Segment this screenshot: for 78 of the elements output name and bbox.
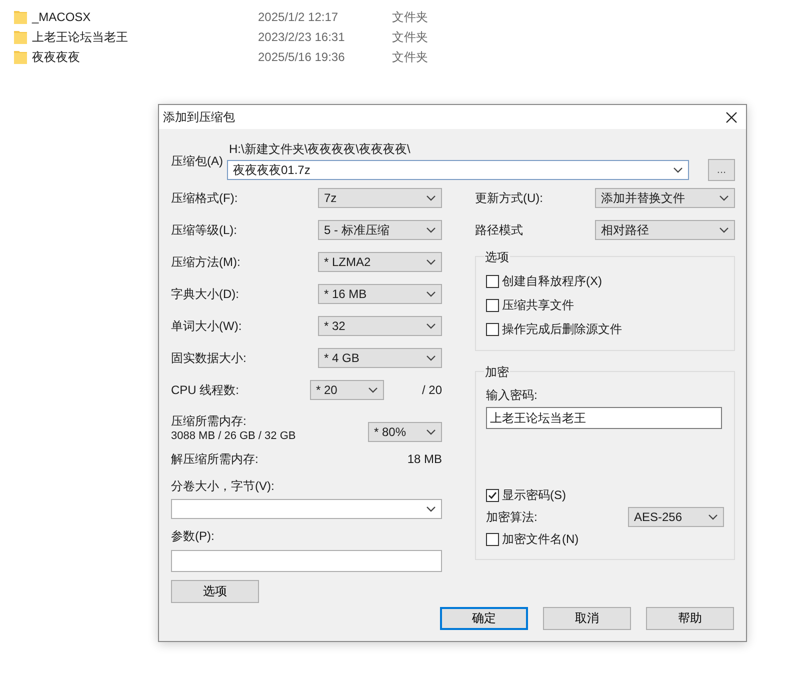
checkbox[interactable] <box>486 322 499 336</box>
folder-icon <box>14 50 27 64</box>
caret-icon <box>719 227 729 233</box>
password-label: 输入密码: <box>486 387 538 404</box>
field-label: 压缩所需内存: <box>171 413 248 430</box>
field-label: 更新方式(U): <box>475 190 543 206</box>
field-label: CPU 线程数: <box>171 382 240 398</box>
field-label: 字典大小(D): <box>171 286 239 302</box>
archive-path: H:\新建文件夹\夜夜夜夜\夜夜夜夜\ <box>229 141 412 158</box>
options-button[interactable]: 选项 <box>171 580 259 603</box>
dropdown[interactable]: 7z <box>318 188 442 208</box>
field-label: 压缩方法(M): <box>171 254 240 270</box>
dropdown[interactable]: 相对路径 <box>595 220 735 240</box>
checkbox-label[interactable]: 操作完成后删除源文件 <box>502 320 622 338</box>
dialog-button[interactable]: 取消 <box>543 607 631 630</box>
dropdown[interactable]: 添加并替换文件 <box>595 188 735 208</box>
caret-icon <box>426 323 436 329</box>
dropdown[interactable]: * LZMA2 <box>318 252 442 272</box>
file-type: 文件夹 <box>392 28 428 46</box>
field-label: 压缩格式(F): <box>171 190 238 206</box>
caret-icon <box>426 227 436 233</box>
field-label: 加密算法: <box>486 508 538 526</box>
memory-usage: 3088 MB / 26 GB / 32 GB <box>171 430 296 442</box>
dropdown[interactable]: * 20 <box>310 380 384 400</box>
checkbox[interactable] <box>486 274 499 288</box>
caret-icon <box>426 259 436 265</box>
folder-icon <box>14 10 27 24</box>
parameters-label: 参数(P): <box>171 528 216 545</box>
dropdown[interactable]: * 80% <box>368 422 442 442</box>
split-size-label: 分卷大小，字节(V): <box>171 478 276 495</box>
file-date: 2025/5/16 19:36 <box>258 50 346 64</box>
thread-total: / 20 <box>422 383 442 397</box>
window-title: 添加到压缩包 <box>163 108 235 126</box>
caret-icon <box>708 514 718 520</box>
dropdown[interactable]: * 16 MB <box>318 284 442 304</box>
split-size-field[interactable] <box>171 499 442 519</box>
caret-icon <box>673 167 683 173</box>
field-label: 路径模式 <box>475 222 523 238</box>
browse-button[interactable]: ... <box>708 159 735 181</box>
caret-icon <box>426 291 436 297</box>
checkbox[interactable] <box>486 298 499 312</box>
archive-label: 压缩包(A) <box>171 153 224 170</box>
group-title: 选项 <box>484 249 510 266</box>
caret-icon <box>426 355 436 361</box>
file-name[interactable]: 上老王论坛当老王 <box>32 28 258 46</box>
file-name[interactable]: 夜夜夜夜 <box>32 48 258 66</box>
dropdown[interactable]: * 4 GB <box>318 348 442 368</box>
archive-name-field[interactable]: 夜夜夜夜01.7z <box>227 160 689 180</box>
checkbox-label[interactable]: 压缩共享文件 <box>502 296 574 314</box>
password-field[interactable]: 上老王论坛当老王 <box>486 407 722 429</box>
checkbox-label[interactable]: 加密文件名(N) <box>502 530 579 548</box>
field-label: 固实数据大小: <box>171 350 246 366</box>
field-label: 压缩等级(L): <box>171 222 237 238</box>
file-name[interactable]: _MACOSX <box>32 10 258 24</box>
checkbox[interactable] <box>486 488 499 502</box>
field-label: 解压缩所需内存: <box>171 450 258 468</box>
checkbox[interactable] <box>486 532 499 546</box>
close-icon[interactable] <box>726 112 737 122</box>
checkbox-label[interactable]: 创建自释放程序(X) <box>502 272 602 290</box>
dropdown[interactable]: AES-256 <box>628 507 724 527</box>
file-type: 文件夹 <box>392 48 428 66</box>
dropdown[interactable]: 5 - 标准压缩 <box>318 220 442 240</box>
dropdown[interactable]: * 32 <box>318 316 442 336</box>
memory-value: 18 MB <box>407 452 442 466</box>
parameters-field[interactable] <box>171 550 442 572</box>
folder-icon <box>14 30 27 44</box>
caret-icon <box>426 506 436 512</box>
dialog-button[interactable]: 帮助 <box>646 607 734 630</box>
caret-icon <box>426 195 436 201</box>
file-type: 文件夹 <box>392 8 428 26</box>
checkbox-label[interactable]: 显示密码(S) <box>502 486 566 504</box>
file-date: 2023/2/23 16:31 <box>258 30 346 44</box>
caret-icon <box>426 429 436 435</box>
field-label: 单词大小(W): <box>171 318 242 334</box>
caret-icon <box>368 387 378 393</box>
dialog-button[interactable]: 确定 <box>440 607 528 630</box>
file-date: 2025/1/2 12:17 <box>258 10 340 24</box>
caret-icon <box>719 195 729 201</box>
